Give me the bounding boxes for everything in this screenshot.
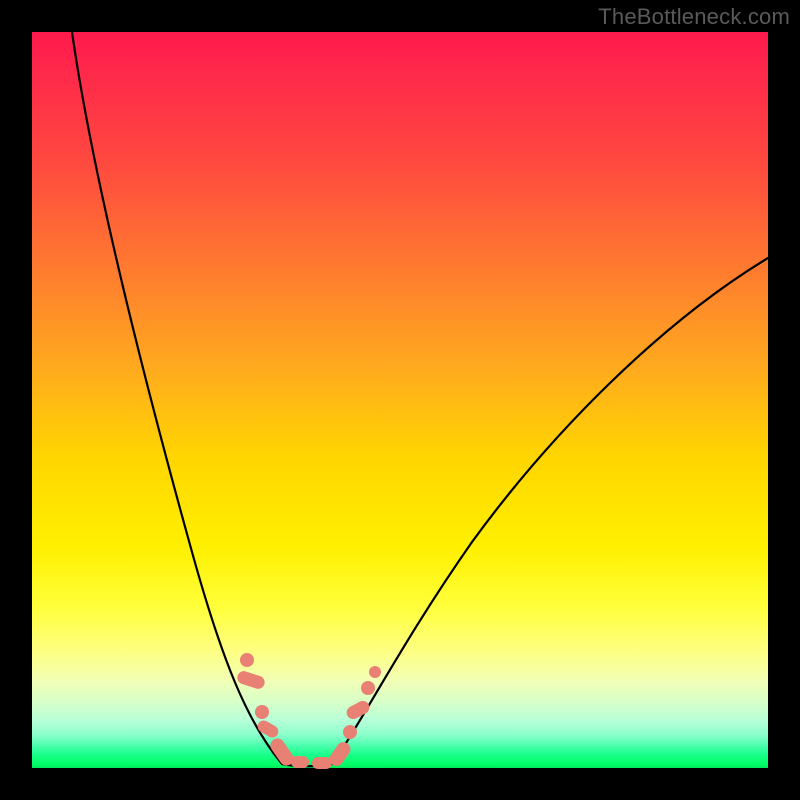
bead: [343, 725, 357, 739]
bead: [361, 681, 375, 695]
bead: [344, 699, 371, 722]
bead: [312, 757, 332, 769]
bead: [369, 666, 381, 678]
bead: [291, 756, 309, 768]
bead: [236, 669, 267, 690]
curves-layer: [32, 32, 768, 768]
right-curve: [332, 258, 768, 764]
watermark-text: TheBottleneck.com: [598, 4, 790, 30]
bead: [255, 705, 269, 719]
plot-area: [32, 32, 768, 768]
bead: [255, 718, 280, 739]
bead: [240, 653, 254, 667]
chart-frame: TheBottleneck.com: [0, 0, 800, 800]
